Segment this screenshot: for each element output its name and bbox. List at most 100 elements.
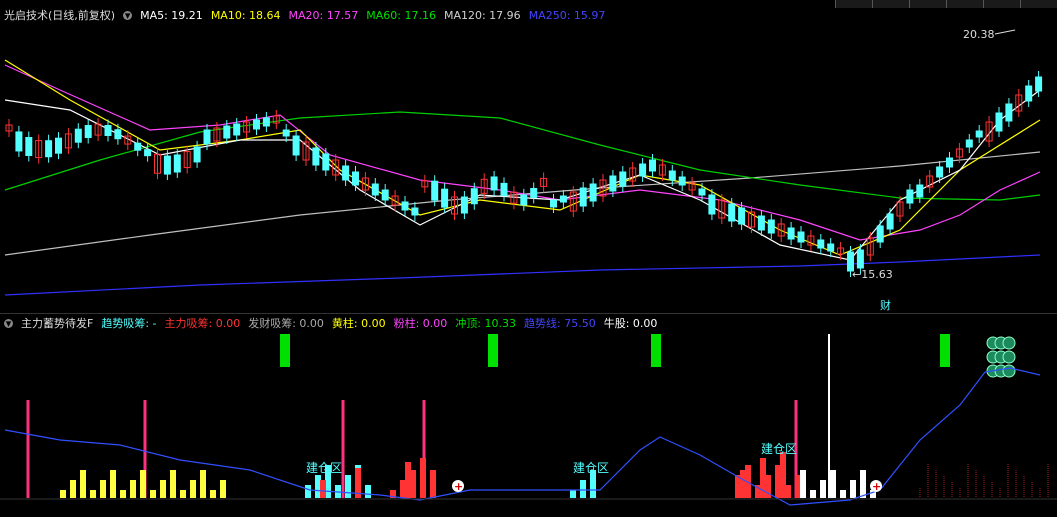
- trend-label: 趋势吸筹: -: [101, 317, 157, 330]
- candle-body: [282, 129, 290, 137]
- candle-body: [55, 137, 62, 154]
- candle-body: [797, 231, 805, 243]
- candle-body: [965, 139, 973, 148]
- red-bar: [420, 458, 426, 498]
- ma20-label: MA20: 17.57: [288, 9, 359, 22]
- high-price-label: 20.38: [963, 28, 995, 41]
- ma120-label: MA120: 17.96: [443, 9, 521, 22]
- candle-body: [767, 219, 775, 234]
- candle-body: [431, 180, 439, 201]
- trendline-label: 趋势线: 75.50: [524, 317, 596, 330]
- check-badge-icon: [1002, 336, 1016, 350]
- ma250-label: MA250: 15.97: [528, 9, 606, 22]
- volume-bar: [810, 490, 816, 498]
- candle-body: [946, 157, 953, 168]
- candle-body: [708, 194, 716, 215]
- candle-body: [312, 147, 320, 166]
- candle-body: [1025, 85, 1033, 102]
- indicator-name[interactable]: 主力蓄势待发F: [21, 316, 93, 332]
- candle-body: [520, 194, 528, 206]
- candle-body: [193, 146, 201, 163]
- yellow-label: 黄柱: 0.00: [331, 317, 386, 330]
- chart-canvas[interactable]: 20.38←15.63财+ +建仓区 建仓区建仓区: [0, 0, 1057, 517]
- candle-body: [84, 125, 92, 139]
- volume-bar: [130, 480, 136, 498]
- plus-sign: +: [454, 480, 463, 493]
- candle-body: [916, 184, 924, 198]
- zone-label: 建仓区: [761, 442, 797, 456]
- candle-body: [817, 239, 825, 249]
- candle-body: [173, 154, 181, 173]
- volume-bar: [80, 470, 86, 498]
- candle-body: [936, 166, 944, 178]
- signal-block: [280, 334, 290, 367]
- candle-body: [371, 183, 379, 196]
- candle-body: [342, 165, 350, 181]
- signal-block: [940, 334, 950, 367]
- candle-body: [203, 129, 211, 145]
- candle-body: [223, 125, 231, 139]
- candle-body: [609, 175, 617, 192]
- candle-body: [698, 188, 706, 196]
- volume-bar: [830, 470, 836, 498]
- candle-body: [559, 195, 567, 203]
- signal-block: [488, 334, 498, 367]
- stock-title[interactable]: 光启技术(日线,前复权): [4, 8, 115, 24]
- candle-body: [550, 199, 557, 208]
- main-force-label: 主力吸筹: 0.00: [164, 317, 241, 330]
- candle-body: [678, 176, 686, 186]
- main-chart-header: 光启技术(日线,前复权) ▾ MA5: 19.21 MA10: 18.64 MA…: [0, 8, 605, 24]
- candle-body: [163, 155, 171, 175]
- volume-bar: [150, 490, 156, 498]
- candle-body: [114, 129, 122, 140]
- candle-body: [500, 182, 508, 196]
- candle-body: [906, 189, 914, 204]
- candle-body: [411, 207, 419, 216]
- candle-body: [668, 170, 676, 181]
- candle-body: [381, 189, 389, 201]
- candle-body: [490, 176, 498, 191]
- candle-body: [649, 159, 656, 172]
- candle-body: [460, 196, 468, 214]
- volume-bar: [570, 490, 576, 498]
- volume-bar: [345, 475, 351, 498]
- candle-body: [728, 203, 736, 222]
- volume-bar: [90, 490, 96, 498]
- candle-body: [1005, 103, 1013, 122]
- red-bar: [320, 480, 326, 498]
- settings-toggle-icon[interactable]: ▾: [123, 10, 133, 21]
- volume-bar: [120, 490, 126, 498]
- zone-label: 建仓区: [573, 461, 609, 475]
- volume-bar: [160, 480, 166, 498]
- candle-body: [876, 225, 884, 243]
- indicator-toggle-icon[interactable]: ▾: [4, 318, 13, 329]
- red-bar: [430, 470, 436, 498]
- candle-body: [975, 130, 983, 138]
- ma20-line: [4, 64, 1041, 241]
- volume-bar: [190, 480, 196, 498]
- red-bar: [740, 470, 746, 498]
- volume-bar: [860, 470, 866, 498]
- volume-bar: [180, 490, 186, 498]
- volume-bar: [70, 480, 76, 498]
- zone-label: 建仓区: [306, 461, 342, 475]
- pane-divider[interactable]: [0, 313, 1057, 314]
- launch-label: 发财吸筹: 0.00: [248, 317, 324, 330]
- candle-body: [441, 188, 449, 208]
- candle-body: [352, 171, 359, 186]
- red-bar: [780, 452, 786, 498]
- candle-body: [401, 201, 409, 211]
- candle-body: [144, 149, 152, 157]
- candle-body: [530, 187, 538, 198]
- volume-bar: [800, 470, 806, 498]
- candle-body: [639, 163, 647, 177]
- check-badge-icon: [1002, 350, 1016, 364]
- candle-body: [134, 142, 142, 151]
- candle-body: [262, 117, 270, 127]
- volume-bar: [840, 490, 846, 498]
- volume-bar: [60, 490, 66, 498]
- plus-sign: +: [872, 480, 881, 493]
- candle-body: [579, 187, 587, 207]
- volume-bar: [140, 470, 146, 498]
- candle-body: [589, 183, 597, 202]
